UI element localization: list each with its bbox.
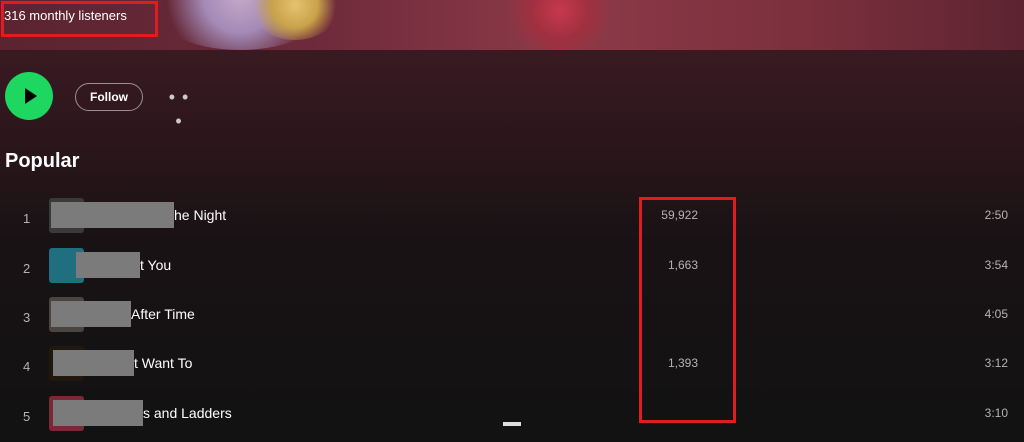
track-rank: 3 [23, 310, 31, 325]
redaction [51, 301, 131, 327]
track-rank: 4 [23, 359, 31, 374]
track-rank: 1 [23, 211, 31, 226]
section-title-popular: Popular [5, 150, 80, 172]
track-title[interactable]: t Want To [134, 355, 192, 371]
track-duration: 3:54 [984, 258, 1008, 272]
track-title[interactable]: he Night [174, 207, 226, 223]
more-options-button[interactable]: • • • [165, 85, 193, 131]
redaction [51, 202, 174, 228]
highlight-box-plays [639, 197, 736, 423]
play-icon [25, 88, 37, 104]
redaction [76, 252, 140, 278]
track-row[interactable]: 1 he Night 59,922 2:50 [0, 198, 1024, 244]
track-duration: 2:50 [984, 208, 1008, 222]
track-row[interactable]: 4 t Want To 1,393 3:12 [0, 346, 1024, 392]
track-title[interactable]: After Time [131, 306, 195, 322]
track-rank: 5 [23, 409, 31, 424]
redaction [53, 350, 134, 376]
banner-art [500, 0, 620, 50]
highlight-box-listeners [1, 1, 158, 37]
track-title[interactable]: s and Ladders [143, 405, 232, 421]
track-duration: 3:10 [984, 406, 1008, 420]
track-row[interactable]: 2 t You 1,663 3:54 [0, 248, 1024, 294]
redaction [53, 400, 143, 426]
track-duration: 4:05 [984, 307, 1008, 321]
track-row[interactable]: 3 After Time 4:05 [0, 297, 1024, 343]
track-duration: 3:12 [984, 356, 1008, 370]
track-title[interactable]: t You [140, 257, 171, 273]
track-row[interactable]: 5 s and Ladders 3:10 [0, 396, 1024, 442]
scroll-indicator [503, 422, 521, 426]
track-rank: 2 [23, 261, 31, 276]
play-button[interactable] [5, 72, 53, 120]
follow-button[interactable]: Follow [75, 83, 143, 111]
